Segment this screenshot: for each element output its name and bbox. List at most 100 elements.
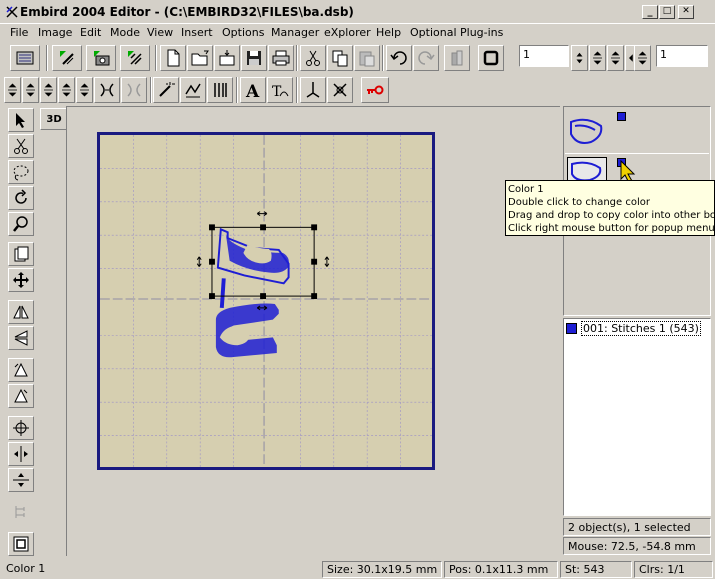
rotate-tool-button[interactable] [8, 186, 34, 210]
undo-button[interactable] [386, 45, 412, 71]
disabled-tool-button[interactable] [8, 500, 34, 524]
mirror-v-button[interactable] [8, 326, 34, 350]
open-button[interactable] [187, 45, 213, 71]
satin-button[interactable] [207, 77, 233, 103]
split-icon [100, 83, 114, 97]
center-v-button[interactable] [8, 468, 34, 492]
key-icon [367, 85, 384, 95]
menu-options[interactable]: Options [222, 26, 264, 39]
join-button[interactable] [121, 77, 147, 103]
resize-handle[interactable] [209, 258, 215, 265]
save-disk-icon [247, 51, 261, 65]
color-slot-preview[interactable] [565, 108, 709, 154]
needle-button[interactable] [300, 77, 326, 103]
center-h-button[interactable] [8, 442, 34, 466]
redo-button[interactable] [413, 45, 439, 71]
center-button[interactable] [8, 416, 34, 440]
tooltip-line-2: Double click to change color [508, 197, 650, 208]
arrows-vertical-icon [80, 83, 89, 97]
resize-handle[interactable] [260, 224, 266, 231]
fit-view-button[interactable] [8, 532, 34, 556]
wand-button[interactable] [153, 77, 179, 103]
nudge-scale-button[interactable] [76, 77, 93, 103]
skew-icon [14, 362, 28, 377]
nudge-left-button[interactable] [40, 77, 57, 103]
cross-stitch-button[interactable] [327, 77, 353, 103]
menu-view[interactable]: View [147, 26, 173, 39]
nudge-down-button[interactable] [22, 77, 39, 103]
title-bar: Embird 2004 Editor - (C:\EMBIRD32\FILES\… [0, 0, 715, 24]
print-button[interactable] [268, 45, 294, 71]
zoom-input[interactable]: 1 [656, 45, 708, 67]
resize-handle[interactable] [209, 224, 215, 231]
skew-v-button[interactable] [8, 384, 34, 408]
spin-up-down-3[interactable] [607, 45, 624, 71]
menu-image[interactable]: Image [38, 26, 72, 39]
new-button[interactable] [160, 45, 186, 71]
svg-text:T: T [272, 84, 282, 100]
embroidery-hoop[interactable] [97, 132, 435, 470]
scissors-icon [306, 50, 320, 66]
menu-optional-plugins[interactable]: Optional Plug-ins [410, 26, 503, 39]
page-tool-button[interactable] [8, 242, 34, 266]
zoom-tool-button[interactable] [8, 212, 34, 236]
design-thumbnail-icon [570, 118, 603, 144]
color-swatch[interactable] [617, 112, 626, 121]
maximize-button[interactable]: □ [659, 5, 675, 19]
text-button[interactable]: A [240, 77, 266, 103]
split-button[interactable] [94, 77, 120, 103]
nudge-right-button[interactable] [58, 77, 75, 103]
nudge-up-button[interactable] [4, 77, 21, 103]
magnifier-icon [13, 216, 28, 232]
center-horizontal-icon [14, 446, 28, 462]
align-button[interactable] [444, 45, 470, 71]
object-list[interactable]: 001: Stitches 1 (543) [563, 318, 711, 516]
status-colors: Clrs: 1/1 [634, 561, 713, 578]
menu-edit[interactable]: Edit [80, 26, 101, 39]
menu-mode[interactable]: Mode [110, 26, 140, 39]
hoop-frame-button[interactable] [478, 45, 504, 71]
text-path-button[interactable]: T [267, 77, 293, 103]
scissors-tool-button[interactable] [8, 134, 34, 158]
cut-button[interactable] [300, 45, 326, 71]
resize-handle[interactable] [311, 224, 318, 231]
menu-explorer[interactable]: eXplorer [324, 26, 371, 39]
stitch-direction-button[interactable] [180, 77, 206, 103]
move-tool-button[interactable] [8, 268, 34, 292]
menu-insert[interactable]: Insert [181, 26, 213, 39]
menu-help[interactable]: Help [376, 26, 401, 39]
close-button[interactable]: ✕ [678, 5, 694, 19]
select-tool-button[interactable] [8, 108, 34, 132]
minimize-button[interactable]: _ [642, 5, 658, 19]
save-button[interactable] [241, 45, 267, 71]
rotate-icon [15, 189, 27, 204]
mirror-h-button[interactable] [8, 300, 34, 324]
password-key-button[interactable] [361, 77, 389, 103]
embroidery-design[interactable] [215, 227, 290, 361]
object-list-item[interactable]: 001: Stitches 1 (543) [566, 320, 701, 336]
digitize-button[interactable] [52, 45, 82, 71]
camera-button[interactable] [86, 45, 116, 71]
align-icon [451, 50, 463, 66]
spin-up-down-2[interactable] [589, 45, 606, 71]
skew-h-button[interactable] [8, 358, 34, 382]
resize-handle[interactable] [311, 293, 318, 300]
hoop-button[interactable] [10, 45, 40, 71]
resize-handle[interactable] [209, 293, 215, 300]
lasso-tool-button[interactable] [8, 160, 34, 184]
color-index-input[interactable]: 1 [519, 45, 569, 67]
menu-manager[interactable]: Manager [271, 26, 319, 39]
resize-handle[interactable] [260, 293, 266, 300]
spin-up-down-1[interactable] [571, 45, 588, 71]
spin-up-down-5[interactable] [634, 45, 651, 71]
copy-button[interactable] [327, 45, 353, 71]
tooltip-line-4: Click right mouse button for popup menu [508, 223, 715, 234]
tooltip-line-3: Drag and drop to copy color into other b… [508, 210, 715, 221]
3d-view-button[interactable]: 3D [40, 108, 68, 130]
menu-file[interactable]: File [10, 26, 28, 39]
stitch-generator-button[interactable] [120, 45, 150, 71]
app-logo-icon [6, 6, 18, 18]
import-button[interactable] [214, 45, 240, 71]
paste-button[interactable] [354, 45, 380, 71]
resize-handle[interactable] [311, 258, 318, 265]
